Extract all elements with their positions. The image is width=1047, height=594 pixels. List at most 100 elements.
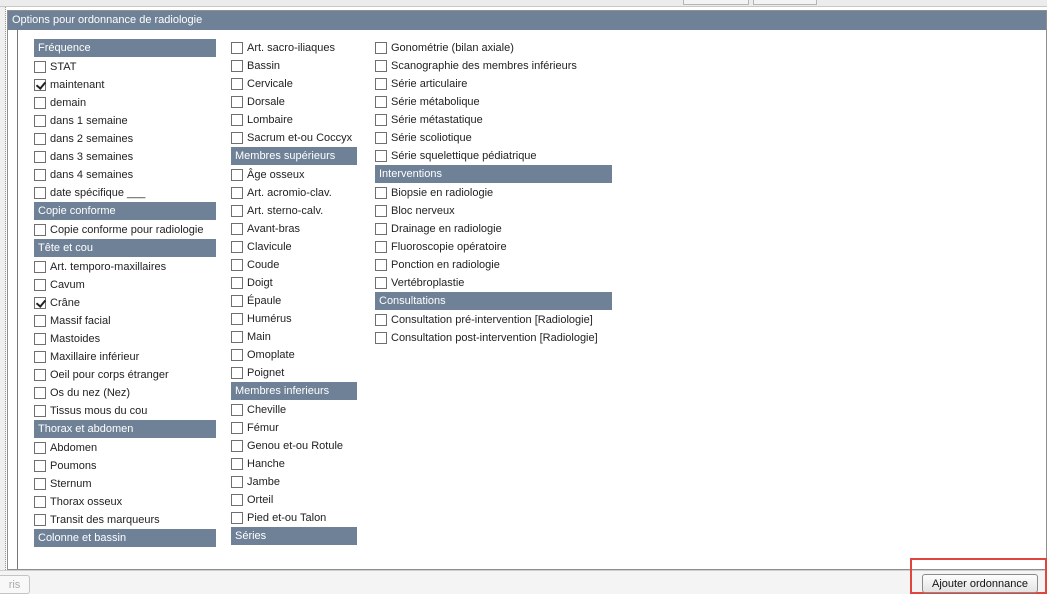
checkbox[interactable] <box>375 259 387 271</box>
checkbox[interactable] <box>34 514 46 526</box>
option-fluoroscopie-operatoire[interactable]: Fluoroscopie opératoire <box>375 238 612 256</box>
option-hanche[interactable]: Hanche <box>231 455 357 473</box>
checkbox[interactable] <box>231 313 243 325</box>
option-maintenant[interactable]: maintenant <box>34 76 216 94</box>
checkbox[interactable] <box>375 114 387 126</box>
checkbox[interactable] <box>231 187 243 199</box>
checkbox[interactable] <box>231 494 243 506</box>
checkbox[interactable] <box>34 369 46 381</box>
option-humerus[interactable]: Humérus <box>231 310 357 328</box>
option-sacrum-et-ou-coccyx[interactable]: Sacrum et-ou Coccyx <box>231 129 357 147</box>
option-consultation-post-intervention-radiologie[interactable]: Consultation post-intervention [Radiolog… <box>375 329 612 347</box>
checkbox[interactable] <box>34 387 46 399</box>
option-serie-articulaire[interactable]: Série articulaire <box>375 75 612 93</box>
option-copie-conforme-pour-radiologie[interactable]: Copie conforme pour radiologie <box>34 221 216 239</box>
option-date-specifique[interactable]: date spécifique ___ <box>34 184 216 202</box>
option-vertebroplastie[interactable]: Vertébroplastie <box>375 274 612 292</box>
checkbox[interactable] <box>231 476 243 488</box>
checkbox[interactable] <box>375 132 387 144</box>
checkbox[interactable] <box>375 60 387 72</box>
top-toolbar-button[interactable] <box>683 0 749 5</box>
option-stat[interactable]: STAT <box>34 58 216 76</box>
option-serie-metastatique[interactable]: Série métastatique <box>375 111 612 129</box>
option-coude[interactable]: Coude <box>231 256 357 274</box>
checkbox[interactable] <box>231 367 243 379</box>
checkbox[interactable] <box>375 332 387 344</box>
checkbox[interactable] <box>231 169 243 181</box>
option-dans-3-semaines[interactable]: dans 3 semaines <box>34 148 216 166</box>
option-dans-1-semaine[interactable]: dans 1 semaine <box>34 112 216 130</box>
checkbox[interactable] <box>231 512 243 524</box>
option-serie-scoliotique[interactable]: Série scoliotique <box>375 129 612 147</box>
option-poignet[interactable]: Poignet <box>231 364 357 382</box>
checkbox[interactable] <box>231 223 243 235</box>
option-abdomen[interactable]: Abdomen <box>34 439 216 457</box>
checkbox[interactable] <box>34 405 46 417</box>
option-sternum[interactable]: Sternum <box>34 475 216 493</box>
checkbox[interactable] <box>34 442 46 454</box>
checkbox[interactable] <box>34 151 46 163</box>
left-splitter[interactable] <box>0 7 6 570</box>
checkbox[interactable] <box>231 295 243 307</box>
option-transit-des-marqueurs[interactable]: Transit des marqueurs <box>34 511 216 529</box>
checkbox[interactable] <box>231 259 243 271</box>
checkbox[interactable] <box>375 42 387 54</box>
checkbox[interactable] <box>34 279 46 291</box>
option-serie-metabolique[interactable]: Série métabolique <box>375 93 612 111</box>
option-art-sterno-calv[interactable]: Art. sterno-calv. <box>231 202 357 220</box>
option-ponction-en-radiologie[interactable]: Ponction en radiologie <box>375 256 612 274</box>
bottom-tab-stub[interactable]: ris <box>0 575 30 594</box>
checkbox[interactable] <box>231 96 243 108</box>
option-cavum[interactable]: Cavum <box>34 276 216 294</box>
checkbox[interactable] <box>231 349 243 361</box>
option-femur[interactable]: Fémur <box>231 419 357 437</box>
option-avant-bras[interactable]: Avant-bras <box>231 220 357 238</box>
option-poumons[interactable]: Poumons <box>34 457 216 475</box>
option-serie-squelettique-pediatrique[interactable]: Série squelettique pédiatrique <box>375 147 612 165</box>
checkbox[interactable] <box>231 205 243 217</box>
checkbox[interactable] <box>375 241 387 253</box>
checkbox[interactable] <box>375 223 387 235</box>
option-mastoides[interactable]: Mastoides <box>34 330 216 348</box>
checkbox[interactable] <box>34 97 46 109</box>
checkbox[interactable] <box>231 404 243 416</box>
option-epaule[interactable]: Épaule <box>231 292 357 310</box>
checkbox[interactable] <box>231 277 243 289</box>
option-dans-4-semaines[interactable]: dans 4 semaines <box>34 166 216 184</box>
checkbox[interactable] <box>231 132 243 144</box>
option-dorsale[interactable]: Dorsale <box>231 93 357 111</box>
checkbox[interactable] <box>375 205 387 217</box>
option-genou-et-ou-rotule[interactable]: Genou et-ou Rotule <box>231 437 357 455</box>
checkbox[interactable] <box>34 460 46 472</box>
option-art-sacro-iliaques[interactable]: Art. sacro-iliaques <box>231 39 357 57</box>
option-scanographie-des-membres-inferieurs[interactable]: Scanographie des membres inférieurs <box>375 57 612 75</box>
checkbox[interactable] <box>34 133 46 145</box>
checkbox[interactable] <box>34 351 46 363</box>
option-demain[interactable]: demain <box>34 94 216 112</box>
checkbox[interactable] <box>375 314 387 326</box>
option-drainage-en-radiologie[interactable]: Drainage en radiologie <box>375 220 612 238</box>
checkbox[interactable] <box>34 115 46 127</box>
checkbox[interactable] <box>34 315 46 327</box>
checkbox[interactable] <box>375 78 387 90</box>
checkbox[interactable] <box>34 478 46 490</box>
option-jambe[interactable]: Jambe <box>231 473 357 491</box>
checkbox[interactable] <box>231 241 243 253</box>
checkbox[interactable] <box>231 458 243 470</box>
option-bloc-nerveux[interactable]: Bloc nerveux <box>375 202 612 220</box>
checkbox[interactable] <box>34 261 46 273</box>
option-pied-et-ou-talon[interactable]: Pied et-ou Talon <box>231 509 357 527</box>
checkbox[interactable] <box>375 187 387 199</box>
checkbox[interactable] <box>231 78 243 90</box>
checkbox[interactable] <box>34 61 46 73</box>
checkbox[interactable] <box>34 333 46 345</box>
checkbox[interactable] <box>375 277 387 289</box>
checkbox[interactable] <box>231 60 243 72</box>
option-art-acromio-clav[interactable]: Art. acromio-clav. <box>231 184 357 202</box>
checkbox-checked[interactable] <box>34 297 46 309</box>
option-cheville[interactable]: Cheville <box>231 401 357 419</box>
option-os-du-nez-nez[interactable]: Os du nez (Nez) <box>34 384 216 402</box>
option-cervicale[interactable]: Cervicale <box>231 75 357 93</box>
checkbox[interactable] <box>34 187 46 199</box>
top-toolbar-button[interactable] <box>753 0 817 5</box>
